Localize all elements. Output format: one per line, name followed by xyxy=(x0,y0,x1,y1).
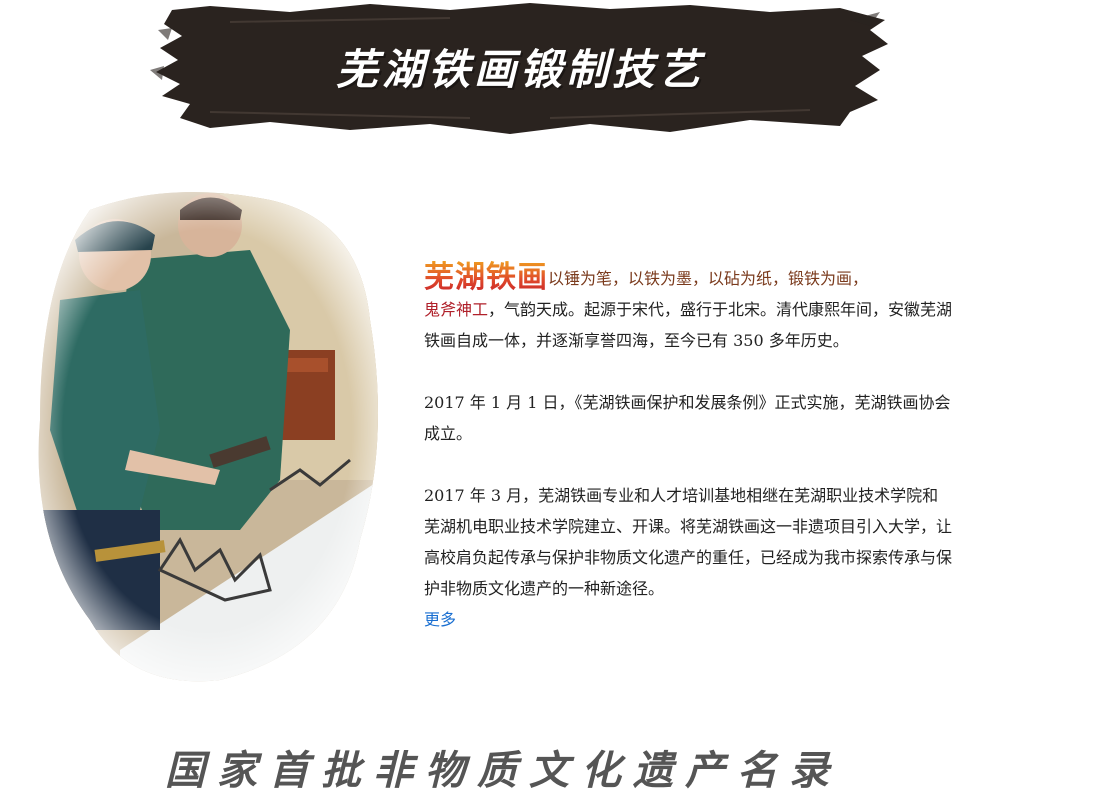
more-link[interactable]: 更多 xyxy=(424,604,456,635)
banner-title: 芜湖铁画锻制技艺 xyxy=(335,45,704,94)
heritage-list-title: 国家首批非物质文化遗产名录 xyxy=(165,747,841,794)
intro-title: 芜湖铁画 xyxy=(424,260,548,295)
intro-content: 芜湖铁画以锤为笔，以铁为墨，以砧为纸，锻铁为画， 鬼斧神工，气韵天成。起源于宋代，… xyxy=(424,262,954,635)
intro-text-part1: 以锤为笔，以铁为墨，以砧为纸，锻铁为画， xyxy=(548,269,869,288)
intro-text-part2: 鬼斧神工 xyxy=(424,300,489,319)
photo-illustration xyxy=(38,192,379,682)
title-banner: 芜湖铁画锻制技艺 xyxy=(150,0,890,140)
regulation-paragraph: 2017 年 1 月 1 日，《芜湖铁画保护和发展条例》正式实施，芜湖铁画协会成… xyxy=(424,393,951,443)
artisans-photo xyxy=(20,180,395,700)
education-paragraph: 2017 年 3 月，芜湖铁画专业和人才培训基地相继在芜湖职业技术学院和芜湖机电… xyxy=(424,486,953,598)
intro-text-part3: ，气韵天成。起源于宋代，盛行于北宋。清代康熙年间，安徽芜湖铁画自成一体，并逐渐享… xyxy=(424,300,953,350)
intro-paragraph: 芜湖铁画以锤为笔，以铁为墨，以砧为纸，锻铁为画， 鬼斧神工，气韵天成。起源于宋代，… xyxy=(424,262,954,356)
